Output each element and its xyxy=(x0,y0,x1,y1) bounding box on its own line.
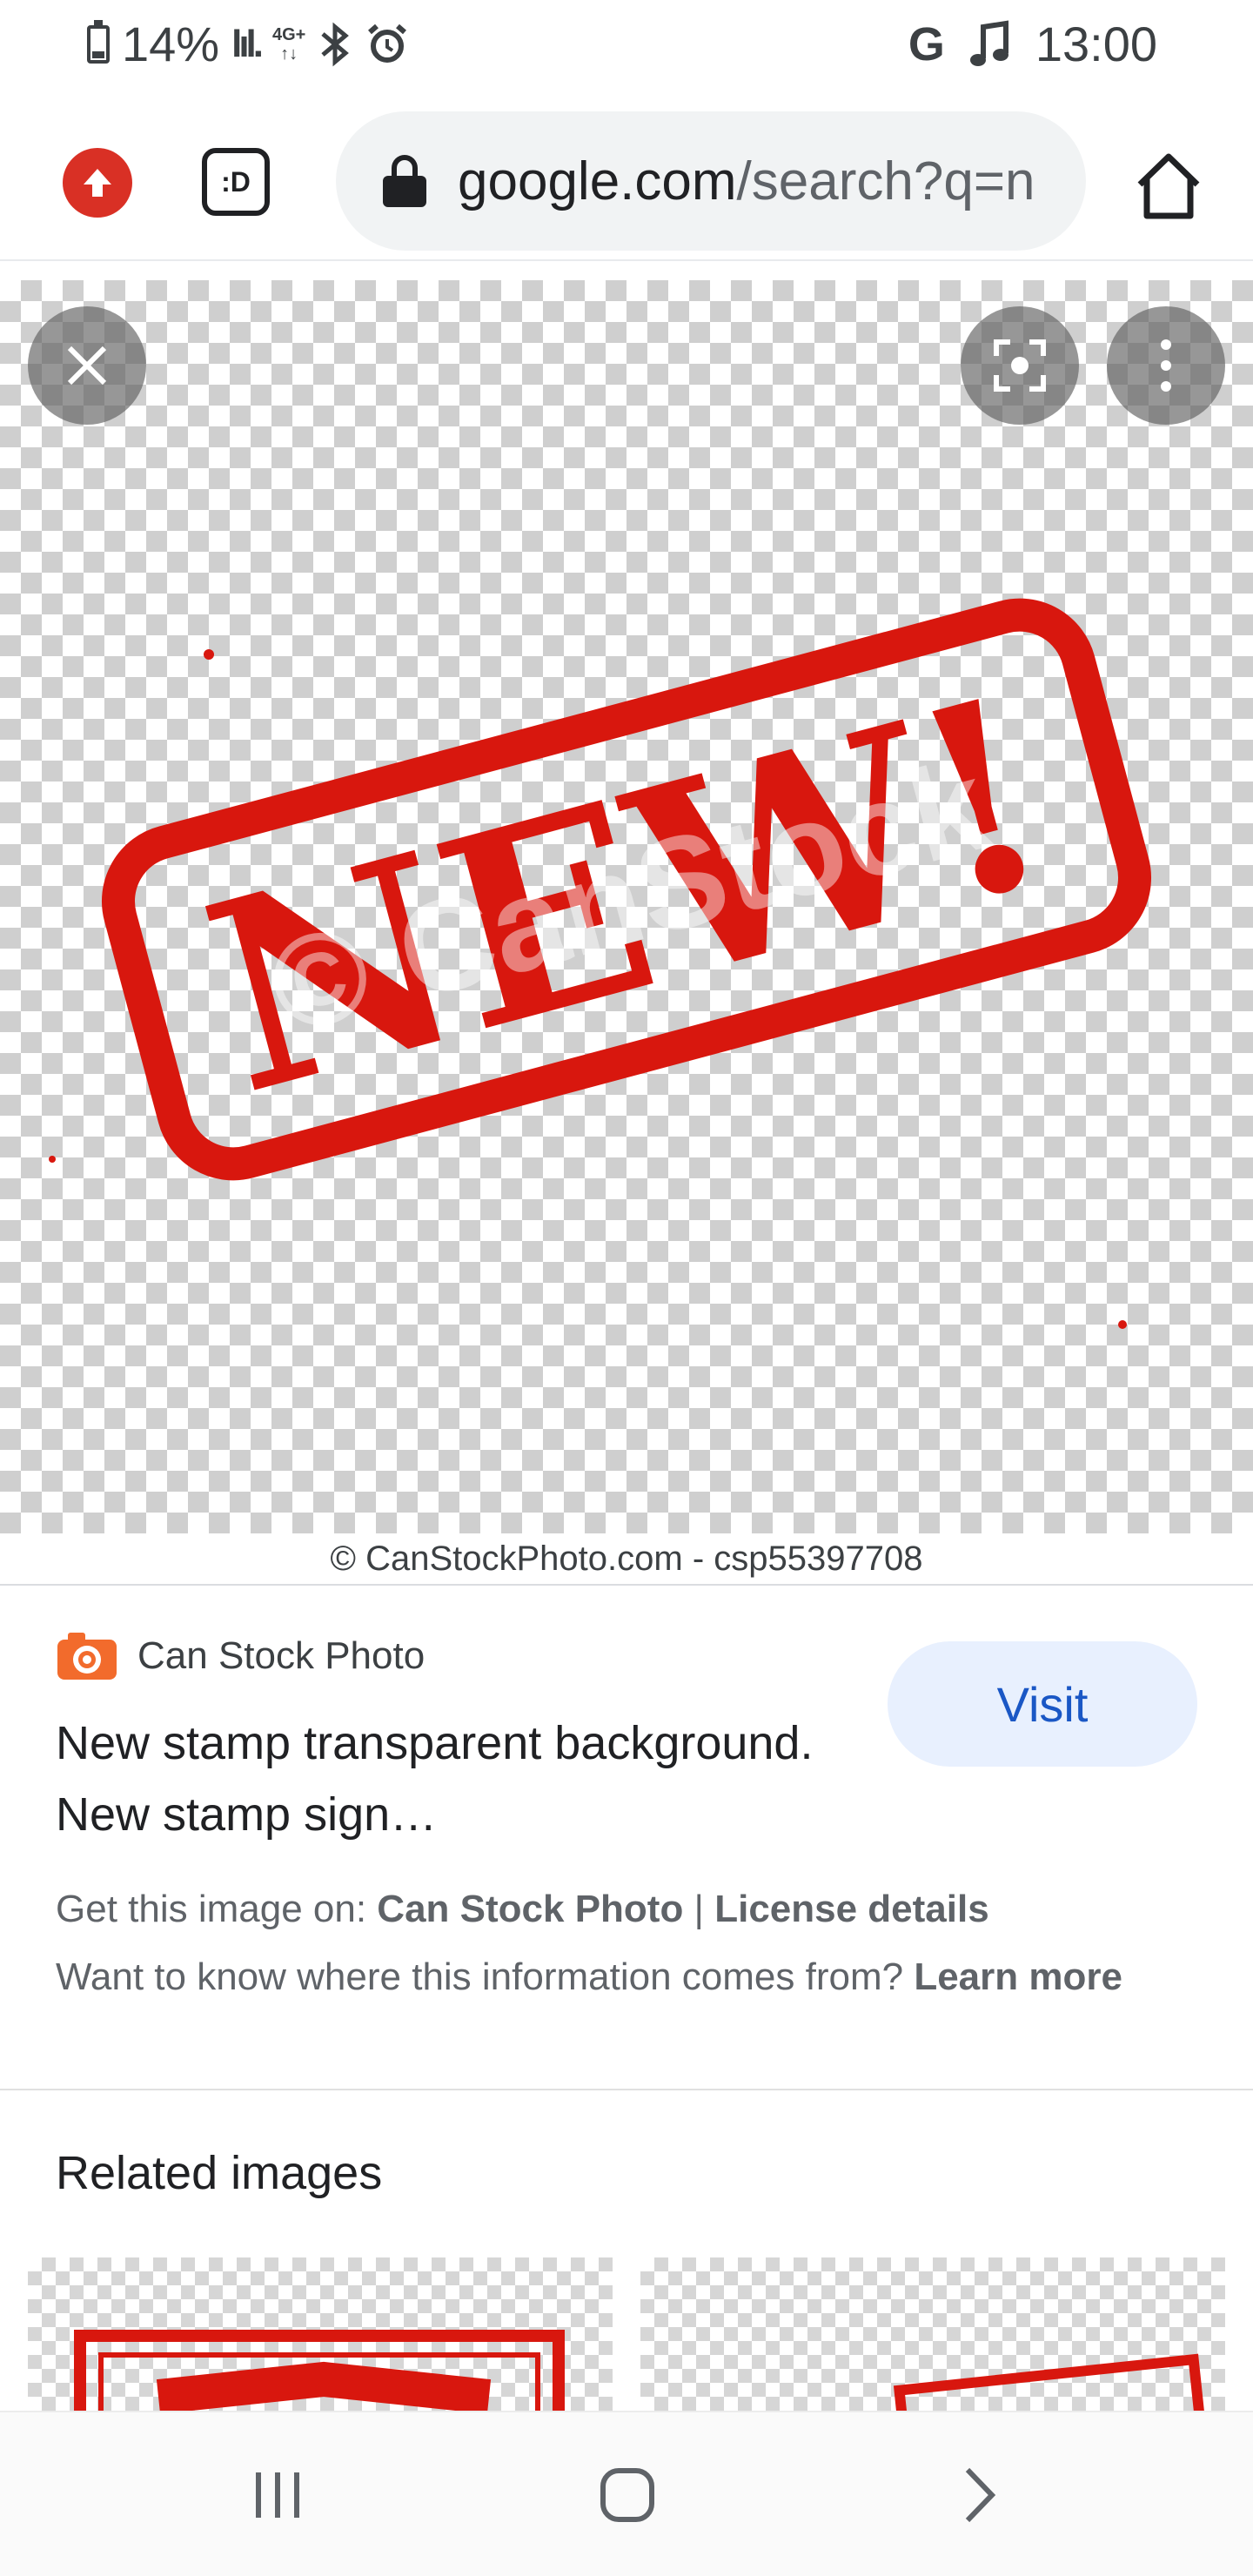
battery-icon xyxy=(87,18,110,70)
system-nav-bar xyxy=(0,2411,1253,2576)
home-nav-icon[interactable] xyxy=(580,2447,675,2543)
recents-icon[interactable] xyxy=(230,2447,325,2543)
lens-icon[interactable] xyxy=(961,306,1079,425)
tab-switcher-icon[interactable]: :D xyxy=(202,148,270,216)
network-4g-icon: 4G+ ↑↓ xyxy=(272,24,306,64)
source-row[interactable]: Can Stock Photo xyxy=(56,1631,425,1681)
status-bar: 14% lıl. 4G+ ↑↓ G 13:00 xyxy=(0,0,1253,87)
related-image-thumb[interactable] xyxy=(640,2257,1225,2414)
source-name[interactable]: Can Stock Photo xyxy=(137,1634,425,1678)
alarm-icon xyxy=(365,18,410,70)
status-right: G 13:00 xyxy=(908,16,1157,72)
close-icon[interactable] xyxy=(28,306,146,425)
status-left: 14% lıl. 4G+ ↑↓ xyxy=(87,16,410,72)
info-source-line: Want to know where this information come… xyxy=(56,1955,1122,1998)
image-credit: © CanStockPhoto.com - csp55397708 xyxy=(0,1533,1253,1586)
license-details-link[interactable]: License details xyxy=(714,1888,988,1930)
stamp-image: NEW! © CanStock xyxy=(49,598,1152,1329)
url-text[interactable]: google.com/search?q=n xyxy=(458,151,1035,212)
lock-icon[interactable] xyxy=(383,155,426,207)
back-icon[interactable] xyxy=(931,2447,1027,2543)
related-image-thumb[interactable] xyxy=(28,2257,613,2414)
bluetooth-icon xyxy=(318,18,352,70)
upload-icon[interactable] xyxy=(63,148,132,218)
camera-logo-icon xyxy=(56,1631,118,1681)
music-note-icon xyxy=(969,18,1011,70)
image-viewer[interactable]: NEW! © CanStock xyxy=(0,280,1253,1533)
battery-percent: 14% xyxy=(122,17,220,71)
more-vert-icon[interactable] xyxy=(1107,306,1225,425)
clock: 13:00 xyxy=(1035,17,1157,71)
get-image-line: Get this image on: Can Stock Photo | Lic… xyxy=(56,1888,989,1930)
address-bar[interactable]: google.com/search?q=n xyxy=(336,111,1086,251)
browser-toolbar: :D google.com/search?q=n xyxy=(0,104,1253,261)
google-icon: G xyxy=(908,17,945,70)
home-icon[interactable] xyxy=(1131,148,1206,223)
related-images-heading: Related images xyxy=(56,2147,383,2199)
get-image-site-link[interactable]: Can Stock Photo xyxy=(377,1888,683,1930)
visit-button[interactable]: Visit xyxy=(888,1641,1197,1767)
source-panel: Can Stock Photo Visit New stamp transpar… xyxy=(0,1586,1253,2090)
result-title[interactable]: New stamp transparent background. New st… xyxy=(56,1707,839,1850)
signal-icon: lıl. xyxy=(231,22,264,65)
learn-more-link[interactable]: Learn more xyxy=(914,1955,1122,1998)
